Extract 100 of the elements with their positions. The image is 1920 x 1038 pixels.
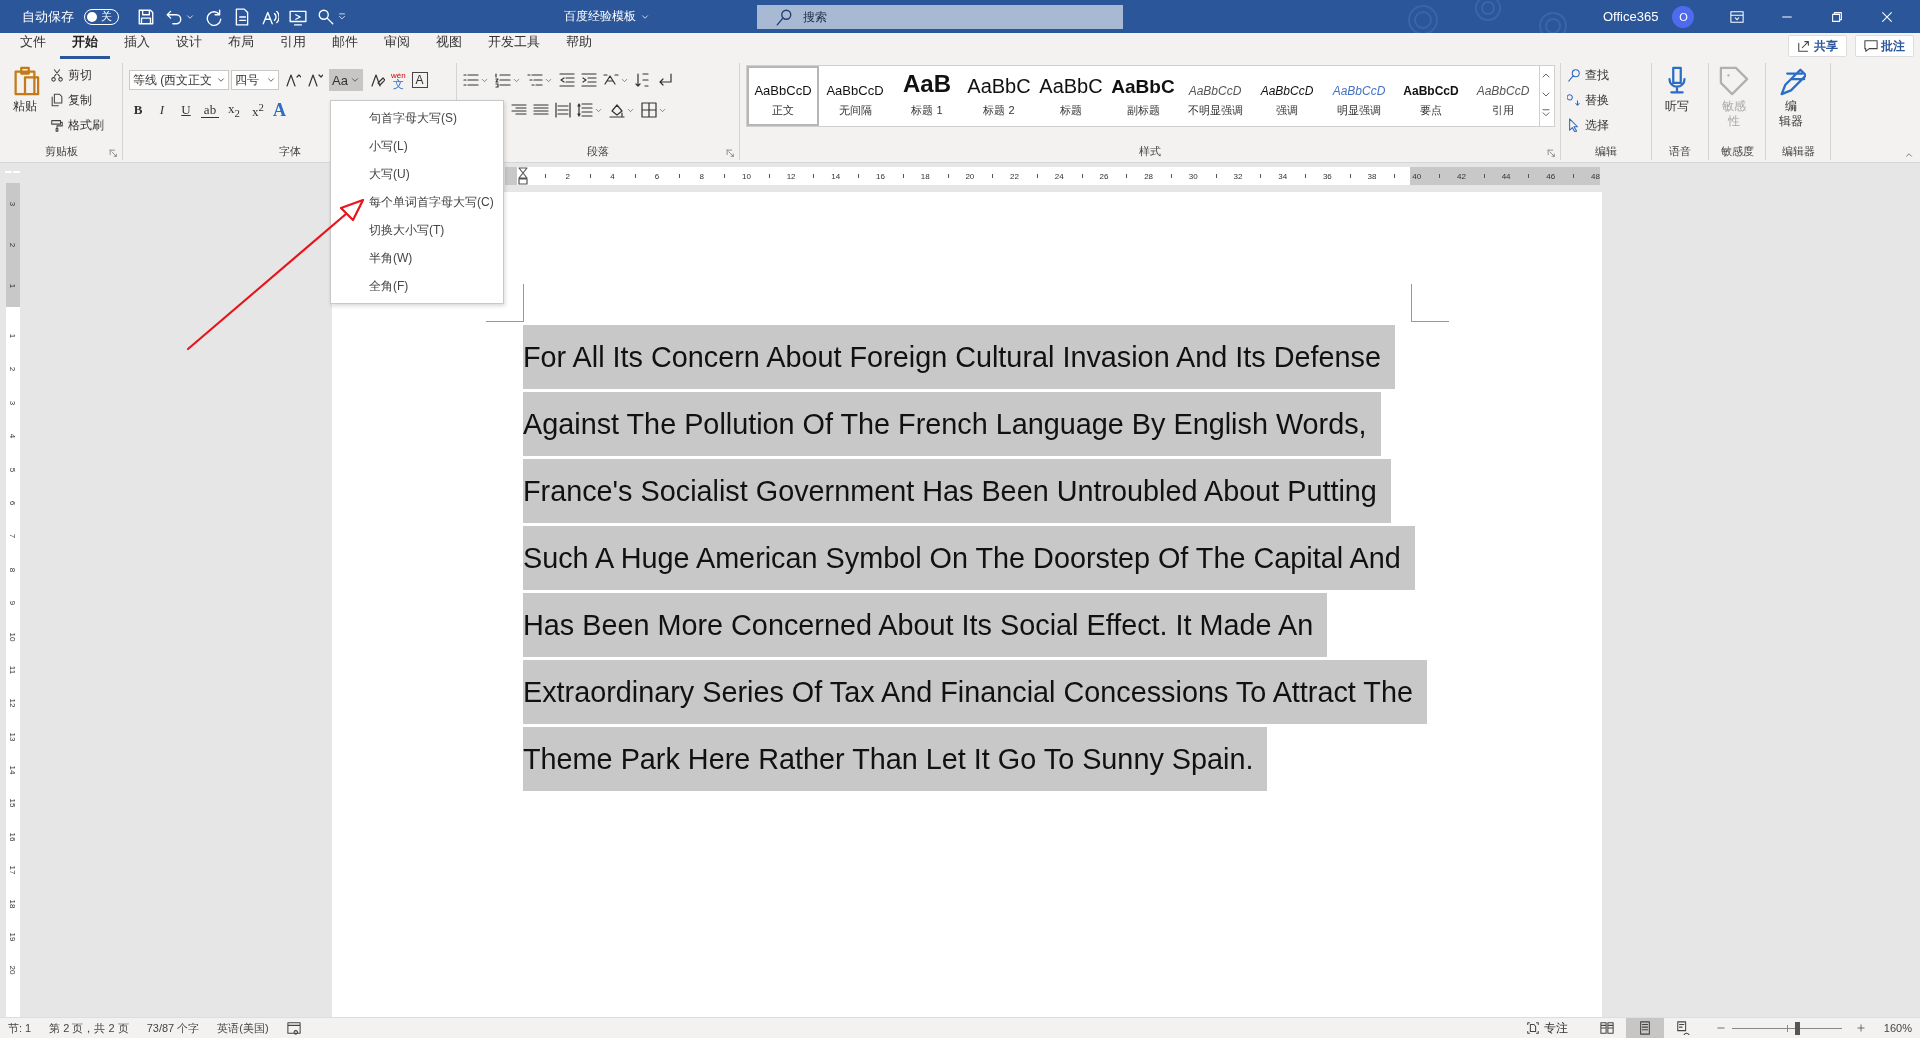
- zoom-level[interactable]: 160%: [1883, 1022, 1912, 1034]
- ribbon-tab[interactable]: 帮助: [554, 33, 604, 59]
- bullet-list-icon[interactable]: [463, 72, 479, 88]
- avatar[interactable]: O: [1672, 5, 1695, 28]
- ribbon-tab[interactable]: 插入: [112, 33, 162, 59]
- menu-item[interactable]: 切换大小写(T): [331, 216, 503, 244]
- style-item[interactable]: AaBbC 副标题: [1107, 66, 1179, 126]
- style-item[interactable]: AaBbCcD 引用: [1467, 66, 1539, 126]
- character-border-button[interactable]: A: [411, 72, 428, 88]
- style-item[interactable]: AaBbCcD 明显强调: [1323, 66, 1395, 126]
- format-button[interactable]: U: [177, 100, 195, 120]
- menu-item[interactable]: 小写(L): [331, 132, 503, 160]
- clipboard-command[interactable]: 复制: [50, 90, 104, 110]
- style-item[interactable]: AaBbCcD 强调: [1251, 66, 1323, 126]
- launcher-icon[interactable]: [1547, 149, 1556, 158]
- zoom-in-icon[interactable]: [1855, 1023, 1866, 1033]
- clipboard-command[interactable]: 格式刷: [50, 115, 104, 135]
- font-name-field[interactable]: 等线 (西文正文: [129, 70, 229, 90]
- indent-marker-icon[interactable]: [517, 167, 529, 185]
- editing-command[interactable]: 选择: [1567, 115, 1645, 135]
- numbered-list-icon[interactable]: [495, 72, 511, 88]
- share-button[interactable]: 共享: [1788, 35, 1847, 57]
- ribbon-tab[interactable]: 设计: [164, 33, 214, 59]
- font-size-field[interactable]: 四号: [231, 70, 279, 90]
- outdent-icon[interactable]: [559, 72, 575, 88]
- menu-item[interactable]: 每个单词首字母大写(C): [331, 188, 503, 216]
- dictate-button[interactable]: 听写: [1658, 63, 1696, 142]
- shading-icon[interactable]: [609, 102, 625, 118]
- border-icon[interactable]: [641, 102, 657, 118]
- ruler-number: 30: [1188, 171, 1198, 181]
- ribbon-tab[interactable]: 文件: [8, 33, 58, 59]
- align-right-icon[interactable]: [511, 102, 527, 118]
- restore-icon[interactable]: [1830, 9, 1845, 24]
- distribute-icon[interactable]: [555, 102, 571, 118]
- print-layout-icon[interactable]: [1625, 1018, 1664, 1038]
- sort-icon[interactable]: [635, 72, 651, 88]
- clear-format-icon[interactable]: [368, 72, 385, 88]
- menu-item[interactable]: 全角(F): [331, 272, 503, 300]
- editing-command[interactable]: 替换: [1567, 90, 1645, 110]
- shrink-font-icon[interactable]: [307, 72, 323, 88]
- paste-button[interactable]: 粘贴: [6, 63, 44, 142]
- document-title[interactable]: 百度经验模板: [527, 8, 687, 25]
- style-item[interactable]: AaBbCcD 正文: [747, 66, 819, 126]
- justify-icon[interactable]: [533, 102, 549, 118]
- ruler-number: 10: [7, 632, 19, 641]
- indent-icon[interactable]: [581, 72, 597, 88]
- change-case-button[interactable]: Aa: [329, 69, 363, 91]
- ribbon-options-icon[interactable]: [1730, 9, 1745, 24]
- group-label: 编辑: [1595, 143, 1617, 159]
- format-button[interactable]: B: [129, 100, 147, 120]
- focus-button[interactable]: 专注: [1525, 1019, 1568, 1037]
- account-name[interactable]: Office365: [1603, 9, 1659, 24]
- format-button[interactable]: x$^{2}$: [249, 100, 267, 120]
- style-item[interactable]: AaBbC 标题 2: [963, 66, 1035, 126]
- format-button[interactable]: x$_{2}$: [225, 100, 243, 120]
- customize-icon[interactable]: [337, 11, 347, 22]
- menu-item[interactable]: 半角(W): [331, 244, 503, 272]
- comment-button[interactable]: 批注: [1855, 35, 1914, 57]
- paragraph-marks-icon[interactable]: [657, 72, 673, 88]
- ruler-number: 16: [7, 832, 19, 842]
- close-icon[interactable]: [1880, 9, 1895, 24]
- editing-command[interactable]: 查找: [1567, 65, 1645, 85]
- launcher-icon[interactable]: [726, 149, 735, 158]
- editor-button[interactable]: 编 辑器: [1772, 63, 1810, 142]
- ribbon-tab[interactable]: 审阅: [372, 33, 422, 59]
- macro-icon[interactable]: [286, 1021, 301, 1035]
- phonetic-guide-button[interactable]: wén 文: [390, 71, 406, 89]
- menu-item[interactable]: 大写(U): [331, 160, 503, 188]
- ribbon-tab[interactable]: 布局: [216, 33, 266, 59]
- document-icon[interactable]: [233, 7, 251, 26]
- launcher-icon[interactable]: [109, 149, 118, 158]
- format-button[interactable]: ab: [201, 102, 219, 118]
- grow-font-icon[interactable]: [285, 72, 301, 88]
- ribbon-tab[interactable]: 视图: [424, 33, 474, 59]
- multilevel-list-icon[interactable]: [527, 72, 543, 88]
- search-field[interactable]: 搜索: [757, 4, 1123, 29]
- status-item[interactable]: 73/87 个字: [146, 1020, 200, 1036]
- status-item[interactable]: 第 2 页，共 2 页: [49, 1020, 129, 1036]
- style-item[interactable]: AaBbCcD 要点: [1395, 66, 1467, 126]
- search-icon[interactable]: [317, 7, 335, 26]
- format-button[interactable]: I: [153, 100, 171, 120]
- status-item[interactable]: 英语(美国): [217, 1020, 269, 1036]
- clipboard-command[interactable]: 剪切: [50, 65, 104, 85]
- style-item[interactable]: AaBbCcD 不明显强调: [1179, 66, 1251, 126]
- line-spacing-icon[interactable]: [577, 102, 593, 118]
- status-item[interactable]: 节: 1: [8, 1020, 32, 1036]
- ribbon-tab[interactable]: 邮件: [320, 33, 370, 59]
- save-icon[interactable]: [137, 7, 155, 26]
- ruler-number: 6: [7, 500, 19, 506]
- style-item[interactable]: AaBbC 标题: [1035, 66, 1107, 126]
- redo-icon[interactable]: [205, 7, 223, 26]
- menu-item[interactable]: 句首字母大写(S): [331, 104, 503, 132]
- style-item[interactable]: AaB 标题 1: [891, 66, 963, 126]
- ruler-number: 5: [7, 467, 19, 472]
- text-effects-button[interactable]: A: [273, 99, 286, 121]
- ruler-number: 38: [1367, 171, 1377, 181]
- group-label: 段落: [587, 143, 609, 159]
- ribbon-tab[interactable]: 开发工具: [476, 33, 552, 59]
- ribbon-tab[interactable]: 引用: [268, 33, 318, 59]
- style-item[interactable]: AaBbCcD 无间隔: [819, 66, 891, 126]
